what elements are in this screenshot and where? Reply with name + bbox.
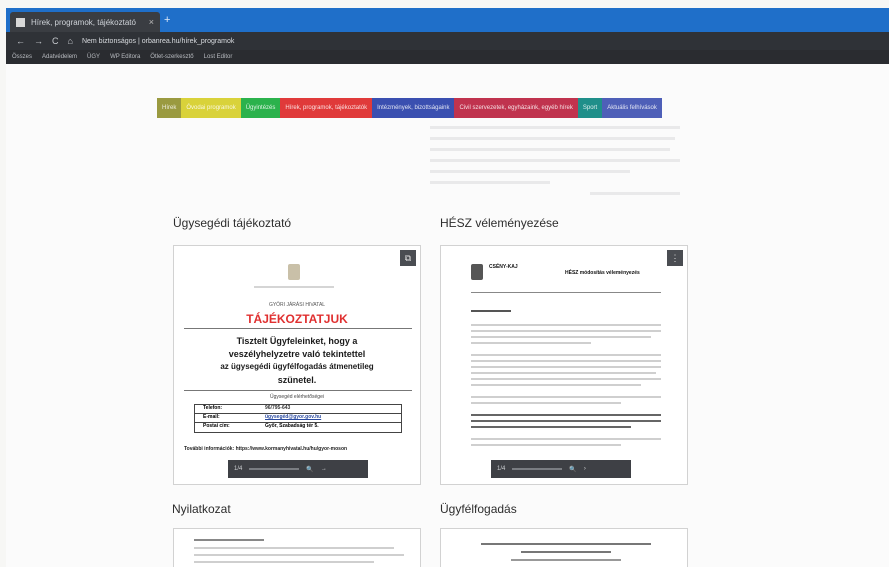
document-preview-hesz[interactable]: ⋮ CSÉNY-KAJ HÉSZ módosítás véleményezés … <box>440 245 688 485</box>
pdf-toolbar: 1/4 🔍 › <box>491 460 631 478</box>
pdf-toolbar: 1/4 🔍 → <box>228 460 368 478</box>
next-page-icon[interactable]: › <box>584 466 586 472</box>
home-icon[interactable]: ⌂ <box>68 36 73 46</box>
tab-title: Hírek, programok, tájékoztató <box>31 17 136 27</box>
doc1-body-4: szünetel. <box>277 375 317 385</box>
bookmark-item[interactable]: ÜGY <box>87 54 100 60</box>
site-nav-item[interactable]: Sport <box>577 98 603 118</box>
next-page-icon[interactable]: → <box>321 466 327 472</box>
section-title-ugysegedi: Ügysegédi tájékoztató <box>173 216 292 230</box>
site-nav: Hírek Óvodai programok Ügyintézés Hírek, pr… <box>157 98 662 118</box>
document-preview-ugyfelfogadas[interactable] <box>440 528 688 567</box>
bookmark-item[interactable]: Lost Editor <box>204 54 233 60</box>
url-security-label: Nem biztonságos | <box>81 37 142 45</box>
zoom-slider[interactable] <box>249 468 300 470</box>
url-domain: orbanrea.hu <box>141 37 180 45</box>
page-indicator: 1/4 <box>497 466 506 472</box>
section-title-ugyfelfogadas: Ügyfélfogadás <box>440 502 517 516</box>
site-nav-item[interactable]: Civil szervezetek, egyházaink, egyéb hír… <box>454 98 578 118</box>
table-cell: E-mail: <box>203 414 220 420</box>
document-preview-nyilatkozat[interactable] <box>173 528 421 567</box>
table-cell: 96/795-643 <box>265 405 291 411</box>
section-title-hesz: HÉSZ véleményezése <box>440 216 559 230</box>
site-nav-item[interactable]: Ügyintézés <box>240 98 281 118</box>
doc2-header-right: HÉSZ módosítás véleményezés <box>565 270 640 276</box>
search-icon[interactable]: 🔍 <box>569 466 576 473</box>
search-icon[interactable]: 🔍 <box>306 466 313 473</box>
url-field[interactable]: Nem biztonságos | orbanrea.hu/hírek_prog… <box>82 38 234 45</box>
faded-article-text <box>430 118 690 203</box>
site-nav-item[interactable]: Intézmények, bizottságaink <box>372 98 455 118</box>
site-nav-item[interactable]: Aktuális felhívások <box>602 98 662 118</box>
doc1-body-3: az ügysegédi ügyfélfogadás átmenetileg <box>220 362 374 371</box>
zoom-slider[interactable] <box>512 468 563 470</box>
table-cell: Telefon: <box>203 405 223 411</box>
site-nav-item[interactable]: Óvodai programok <box>181 98 241 118</box>
screenshot-frame: Hírek, programok, tájékoztató × + ← → C … <box>0 0 889 567</box>
expand-icon[interactable]: ⋮ <box>667 250 683 266</box>
document-preview-ugysegedi[interactable]: ⧉ GYŐRI JÁRÁSI HIVATAL TÁJÉKOZTATJUK Tis… <box>173 245 421 485</box>
municipal-crest-icon <box>471 264 483 280</box>
doc1-body-1: Tisztelt Ügyfeleinket, hogy a <box>236 336 358 346</box>
doc1-body-2: veszélyhelyzetre való tekintettel <box>228 349 366 359</box>
bookmarks-bar: Összes Adatvédelem ÜGY WP Editora Ötlet-… <box>6 50 889 64</box>
section-title-nyilatkozat: Nyilatkozat <box>172 502 231 516</box>
back-icon[interactable]: ← <box>16 36 25 46</box>
favicon-icon <box>16 17 25 27</box>
bookmark-item[interactable]: Összes <box>12 54 32 60</box>
doc1-table-caption: Ügysegéd elérhetőségei <box>270 394 324 400</box>
open-external-icon[interactable]: ⧉ <box>400 250 416 266</box>
site-nav-item[interactable]: Hírek, programok, tájékoztatók <box>280 98 373 118</box>
address-bar: ← → C ⌂ Nem biztonságos | orbanrea.hu/hí… <box>6 32 889 50</box>
doc1-title: TÁJÉKOZTATJUK <box>246 312 348 326</box>
forward-icon[interactable]: → <box>34 36 43 46</box>
new-tab-icon[interactable]: + <box>164 14 170 26</box>
page-indicator: 1/4 <box>234 466 243 472</box>
doc1-contact-table: Telefon: 96/795-643 E-mail: ügysegéd@gyor.… <box>194 404 402 433</box>
site-nav-item[interactable]: Hírek <box>157 98 182 118</box>
reload-icon[interactable]: C <box>52 36 59 46</box>
doc2-header-left: CSÉNY-KAJ <box>489 264 518 270</box>
url-path: /hírek_programok <box>179 37 235 45</box>
table-cell: ügysegéd@gyor.gov.hu <box>265 414 322 420</box>
bookmark-item[interactable]: Ötlet-szerkesztő <box>150 54 193 60</box>
bookmark-item[interactable]: WP Editora <box>110 54 140 60</box>
bookmark-item[interactable]: Adatvédelem <box>42 54 77 60</box>
browser-tab-bar: Hírek, programok, tájékoztató × + <box>6 8 889 32</box>
table-cell: Postai cím: <box>203 423 230 429</box>
browser-tab[interactable]: Hírek, programok, tájékoztató × <box>10 12 160 32</box>
table-cell: Győr, Szabadság tér 5. <box>265 423 319 429</box>
coat-of-arms-icon <box>288 264 300 280</box>
tab-close-icon[interactable]: × <box>149 17 154 27</box>
doc1-footer: További információk: https://www.kormany… <box>184 446 348 452</box>
doc1-office: GYŐRI JÁRÁSI HIVATAL <box>268 302 326 308</box>
